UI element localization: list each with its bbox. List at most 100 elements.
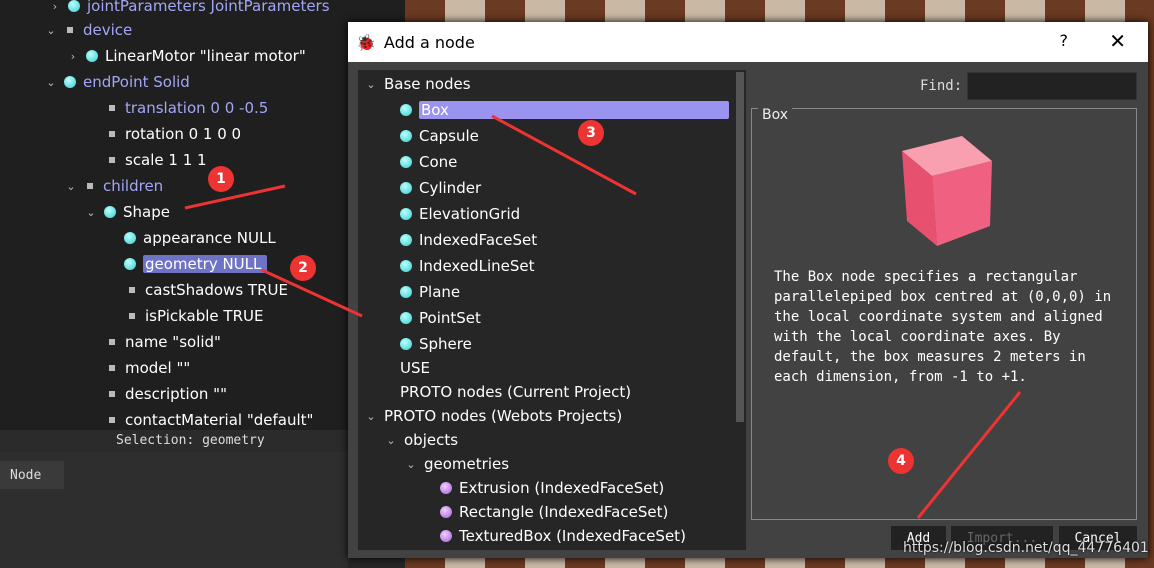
item-label: ElevationGrid bbox=[419, 205, 521, 223]
item-label: appearance NULL bbox=[143, 229, 276, 247]
node-ball-icon bbox=[400, 234, 412, 246]
node-tree-item[interactable]: PointSet bbox=[400, 306, 481, 330]
expand-toggle-icon[interactable]: ⌄ bbox=[44, 24, 58, 37]
node-tree-item[interactable]: ⌄ geometries bbox=[404, 452, 509, 476]
node-ball-icon bbox=[400, 130, 412, 142]
item-label: name "solid" bbox=[125, 333, 221, 351]
dialog-title: Add a node bbox=[383, 32, 475, 52]
annotation-badge-1: 1 bbox=[208, 166, 234, 192]
expand-toggle-icon[interactable]: ⌄ bbox=[84, 206, 98, 219]
node-ball-icon bbox=[124, 232, 136, 244]
item-label: Cylinder bbox=[419, 179, 482, 197]
field-bullet-icon bbox=[109, 157, 115, 163]
scene-tree-item[interactable]: name "solid" bbox=[86, 330, 221, 354]
scene-tree-item[interactable]: › jointParameters JointParameters bbox=[48, 0, 330, 18]
field-bullet-icon bbox=[67, 27, 73, 33]
scene-tree-item[interactable]: model "" bbox=[86, 356, 190, 380]
info-title: Box bbox=[758, 107, 793, 123]
expand-toggle-icon[interactable]: › bbox=[66, 50, 80, 63]
scene-tree-item[interactable]: isPickable TRUE bbox=[106, 304, 263, 328]
scrollbar[interactable] bbox=[736, 72, 744, 422]
node-ball-icon bbox=[400, 312, 412, 324]
expand-toggle-icon[interactable]: ⌄ bbox=[64, 180, 78, 193]
item-label: description "" bbox=[125, 385, 227, 403]
field-bullet-icon bbox=[109, 417, 115, 423]
node-ball-icon bbox=[86, 50, 98, 62]
item-label: device bbox=[83, 21, 133, 39]
node-ball-icon bbox=[64, 76, 76, 88]
item-label: geometries bbox=[424, 455, 510, 473]
scene-tree-item[interactable]: scale 1 1 1 bbox=[86, 148, 207, 172]
node-tree-item[interactable]: ⌄ objects bbox=[384, 428, 458, 452]
expand-toggle-icon[interactable]: ⌄ bbox=[364, 410, 378, 423]
scene-tree-item[interactable]: description "" bbox=[86, 382, 227, 406]
node-ball-icon bbox=[440, 506, 452, 518]
scene-tree-item[interactable]: castShadows TRUE bbox=[106, 278, 288, 302]
node-tree-item[interactable]: ⌄ PROTO nodes (Webots Projects) bbox=[364, 404, 622, 428]
node-tree-item[interactable]: Capsule bbox=[400, 124, 479, 148]
scene-tree[interactable]: › jointParameters JointParameters ⌄ device ›… bbox=[0, 0, 405, 430]
node-tree-item[interactable]: TexturedBox (IndexedFaceSet) bbox=[440, 524, 686, 548]
scene-tree-item[interactable]: rotation 0 1 0 0 bbox=[86, 122, 241, 146]
node-tree-item[interactable]: Box bbox=[400, 98, 729, 122]
node-ball-icon bbox=[400, 104, 412, 116]
help-button[interactable]: ? bbox=[1060, 31, 1069, 50]
scene-tree-item[interactable]: translation 0 0 -0.5 bbox=[86, 96, 268, 120]
scene-tree-item[interactable]: ⌄ Shape bbox=[84, 200, 170, 224]
annotation-badge-4: 4 bbox=[888, 448, 914, 474]
expand-toggle-icon[interactable]: › bbox=[48, 0, 62, 13]
node-tree-item[interactable]: Sphere bbox=[400, 332, 472, 356]
scene-tree-item[interactable]: ⌄ device bbox=[44, 18, 132, 42]
node-tree-item[interactable]: Plane bbox=[400, 280, 460, 304]
item-label: geometry NULL bbox=[143, 255, 268, 273]
node-tree[interactable]: ⌄ Base nodes Box Capsule Cone Cylinder Elevati… bbox=[358, 70, 746, 550]
watermark: https://blog.csdn.net/qq_44776401 bbox=[903, 540, 1149, 556]
item-label: endPoint Solid bbox=[83, 73, 190, 91]
selection-status: Selection: geometry bbox=[0, 430, 348, 452]
item-label: Rectangle (IndexedFaceSet) bbox=[459, 503, 669, 521]
item-label: LinearMotor "linear motor" bbox=[105, 47, 306, 65]
expand-toggle-icon[interactable]: ⌄ bbox=[364, 78, 378, 91]
node-tree-item[interactable]: USE bbox=[380, 356, 430, 380]
node-tree-item[interactable]: ElevationGrid bbox=[400, 202, 520, 226]
node-ball-icon bbox=[400, 156, 412, 168]
find-input[interactable] bbox=[967, 72, 1137, 100]
node-ball-icon bbox=[68, 0, 80, 12]
expand-toggle-icon[interactable]: ⌄ bbox=[44, 76, 58, 89]
item-label: rotation 0 1 0 0 bbox=[125, 125, 242, 143]
field-bullet-icon bbox=[129, 313, 135, 319]
annotation-badge-3: 3 bbox=[578, 120, 604, 146]
scene-tree-item[interactable]: ⌄ children bbox=[64, 174, 163, 198]
tab-node[interactable]: Node bbox=[0, 461, 64, 489]
webots-bug-icon: 🐞 bbox=[356, 32, 376, 52]
expand-toggle-icon[interactable]: ⌄ bbox=[384, 434, 398, 447]
item-label: isPickable TRUE bbox=[145, 307, 264, 325]
field-bullet-icon bbox=[129, 287, 135, 293]
node-tree-item[interactable]: Cylinder bbox=[400, 176, 481, 200]
node-tree-item[interactable]: Cone bbox=[400, 150, 457, 174]
node-ball-icon bbox=[400, 208, 412, 220]
node-ball-icon bbox=[400, 182, 412, 194]
item-label: USE bbox=[400, 359, 430, 377]
scene-tree-item[interactable]: ⌄ endPoint Solid bbox=[44, 70, 190, 94]
close-button[interactable]: ✕ bbox=[1109, 29, 1126, 53]
node-ball-icon bbox=[400, 286, 412, 298]
scene-tree-item[interactable]: › LinearMotor "linear motor" bbox=[66, 44, 306, 68]
node-tree-item[interactable]: ⌄ Base nodes bbox=[364, 72, 470, 96]
node-tree-item[interactable]: Rectangle (IndexedFaceSet) bbox=[440, 500, 668, 524]
field-bullet-icon bbox=[109, 105, 115, 111]
node-info-group: Box The Box node specifies a rectangular… bbox=[751, 107, 1137, 520]
node-tree-item[interactable]: IndexedLineSet bbox=[400, 254, 534, 278]
expand-toggle-icon[interactable]: ⌄ bbox=[404, 458, 418, 471]
box-preview-image bbox=[902, 136, 992, 246]
node-tree-item[interactable]: PROTO nodes (Current Project) bbox=[380, 380, 631, 404]
node-tree-item[interactable]: IndexedFaceSet bbox=[400, 228, 537, 252]
node-tree-item[interactable]: Extrusion (IndexedFaceSet) bbox=[440, 476, 664, 500]
item-label: Box bbox=[419, 101, 729, 119]
item-label: scale 1 1 1 bbox=[125, 151, 207, 169]
scene-tree-item[interactable]: contactMaterial "default" bbox=[86, 408, 313, 430]
item-label: Plane bbox=[419, 283, 461, 301]
item-label: contactMaterial "default" bbox=[125, 411, 314, 429]
scene-tree-item[interactable]: geometry NULL bbox=[104, 252, 268, 276]
scene-tree-item[interactable]: appearance NULL bbox=[104, 226, 276, 250]
